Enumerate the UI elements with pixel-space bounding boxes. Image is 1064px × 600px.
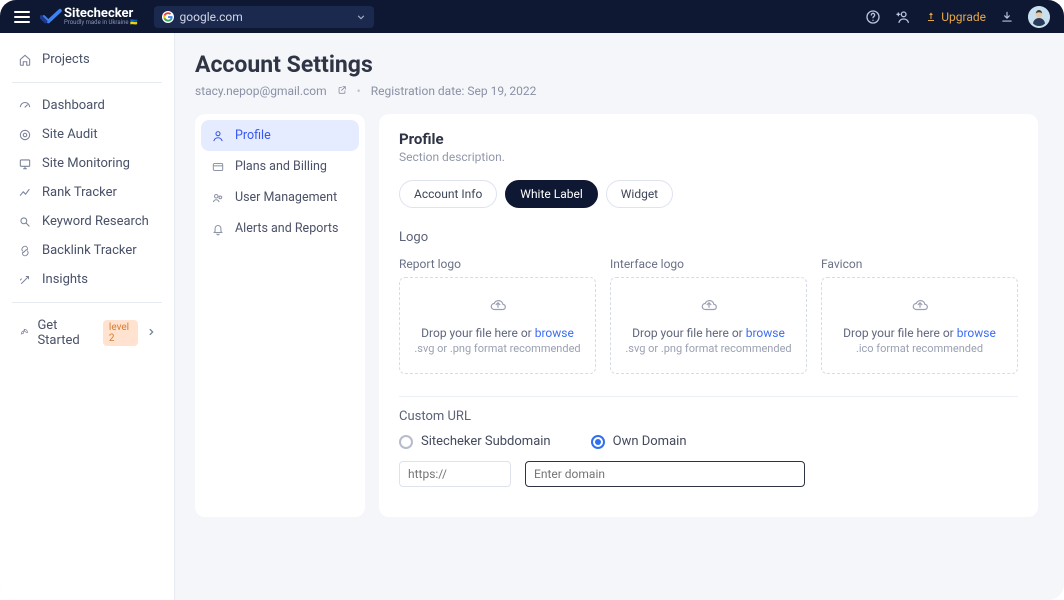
- sidebar-item-insights[interactable]: Insights: [12, 265, 162, 294]
- logo-check-icon: [40, 8, 58, 26]
- trend-icon: [18, 186, 32, 200]
- report-logo-caption: Report logo: [399, 257, 596, 271]
- custom-url-label: Custom URL: [399, 409, 1018, 424]
- profile-card: Profile Section description. Account Inf…: [379, 114, 1038, 517]
- brand-tagline: Proudly made in Ukraine 🇺🇦: [64, 20, 138, 26]
- link-icon: [18, 244, 32, 258]
- card-subtitle: Section description.: [399, 150, 1018, 164]
- search-list-icon: [18, 215, 32, 229]
- help-icon[interactable]: [865, 9, 881, 25]
- rocket-icon: [18, 326, 29, 340]
- sidebar-item-site-monitoring[interactable]: Site Monitoring: [12, 149, 162, 178]
- google-favicon-icon: [162, 11, 174, 23]
- chevron-right-icon: [146, 326, 156, 341]
- tab-account-info[interactable]: Account Info: [399, 180, 497, 208]
- sidebar-item-rank-tracker[interactable]: Rank Tracker: [12, 178, 162, 207]
- browse-link[interactable]: browse: [535, 326, 574, 340]
- cloud-upload-icon: [700, 296, 718, 314]
- browse-link[interactable]: browse: [957, 326, 996, 340]
- account-email: stacy.nepop@gmail.com: [195, 84, 327, 98]
- menu-icon[interactable]: [14, 11, 30, 23]
- radio-icon: [399, 435, 413, 449]
- settings-nav-plans-billing[interactable]: Plans and Billing: [201, 151, 359, 182]
- top-header: Sitechecker Proudly made in Ukraine 🇺🇦 g…: [0, 0, 1064, 33]
- bell-icon: [211, 222, 225, 236]
- registration-date: Registration date: Sep 19, 2022: [371, 84, 537, 98]
- sidebar-item-keyword-research[interactable]: Keyword Research: [12, 207, 162, 236]
- person-icon: [211, 129, 225, 143]
- monitor-icon: [18, 157, 32, 171]
- main-content: Account Settings stacy.nepop@gmail.com •…: [175, 33, 1064, 600]
- settings-nav-alerts-reports[interactable]: Alerts and Reports: [201, 213, 359, 244]
- sidebar-item-projects[interactable]: Projects: [12, 45, 162, 74]
- get-started-level-badge: level 2: [103, 320, 138, 346]
- target-icon: [18, 128, 32, 142]
- project-url-selector[interactable]: google.com: [154, 6, 374, 28]
- chevron-down-icon: [356, 12, 366, 22]
- cloud-upload-icon: [489, 296, 507, 314]
- page-title: Account Settings: [195, 51, 1038, 78]
- browse-link[interactable]: browse: [746, 326, 785, 340]
- profile-tabs: Account Info White Label Widget: [399, 180, 1018, 208]
- project-url-text: google.com: [180, 10, 243, 24]
- radio-icon: [591, 435, 605, 449]
- domain-input[interactable]: [525, 461, 805, 487]
- card-icon: [211, 160, 225, 174]
- external-link-icon[interactable]: [337, 84, 347, 98]
- sidebar-item-get-started[interactable]: Get Started level 2: [12, 311, 162, 355]
- download-icon[interactable]: [1000, 10, 1014, 24]
- settings-nav-user-management[interactable]: User Management: [201, 182, 359, 213]
- cloud-upload-icon: [911, 296, 929, 314]
- sidebar-item-site-audit[interactable]: Site Audit: [12, 120, 162, 149]
- radio-own-domain[interactable]: Own Domain: [591, 434, 687, 449]
- url-prefix-input[interactable]: [399, 461, 511, 487]
- settings-nav-profile[interactable]: Profile: [201, 120, 359, 151]
- home-icon: [18, 53, 32, 67]
- logo-section-label: Logo: [399, 230, 1018, 245]
- interface-logo-caption: Interface logo: [610, 257, 807, 271]
- upgrade-icon: [925, 11, 937, 23]
- sidebar-item-backlink-tracker[interactable]: Backlink Tracker: [12, 236, 162, 265]
- tab-white-label[interactable]: White Label: [505, 180, 597, 208]
- main-sidebar: Projects Dashboard Site Audit Site Monit…: [0, 33, 175, 600]
- favicon-dropzone[interactable]: Drop your file here or browse .ico forma…: [821, 277, 1018, 374]
- add-user-icon[interactable]: [895, 9, 911, 25]
- report-logo-dropzone[interactable]: Drop your file here or browse .svg or .p…: [399, 277, 596, 374]
- radio-sitechecker-subdomain[interactable]: Sitecheker Subdomain: [399, 434, 551, 449]
- users-icon: [211, 191, 225, 205]
- wand-icon: [18, 273, 32, 287]
- favicon-caption: Favicon: [821, 257, 1018, 271]
- card-title: Profile: [399, 130, 1018, 148]
- gauge-icon: [18, 99, 32, 113]
- sidebar-item-dashboard[interactable]: Dashboard: [12, 91, 162, 120]
- tab-widget[interactable]: Widget: [606, 180, 673, 208]
- brand-logo[interactable]: Sitechecker Proudly made in Ukraine 🇺🇦: [40, 7, 138, 26]
- settings-nav: Profile Plans and Billing User Managemen…: [195, 114, 365, 517]
- user-avatar[interactable]: [1028, 6, 1050, 28]
- interface-logo-dropzone[interactable]: Drop your file here or browse .svg or .p…: [610, 277, 807, 374]
- upgrade-button[interactable]: Upgrade: [925, 10, 986, 24]
